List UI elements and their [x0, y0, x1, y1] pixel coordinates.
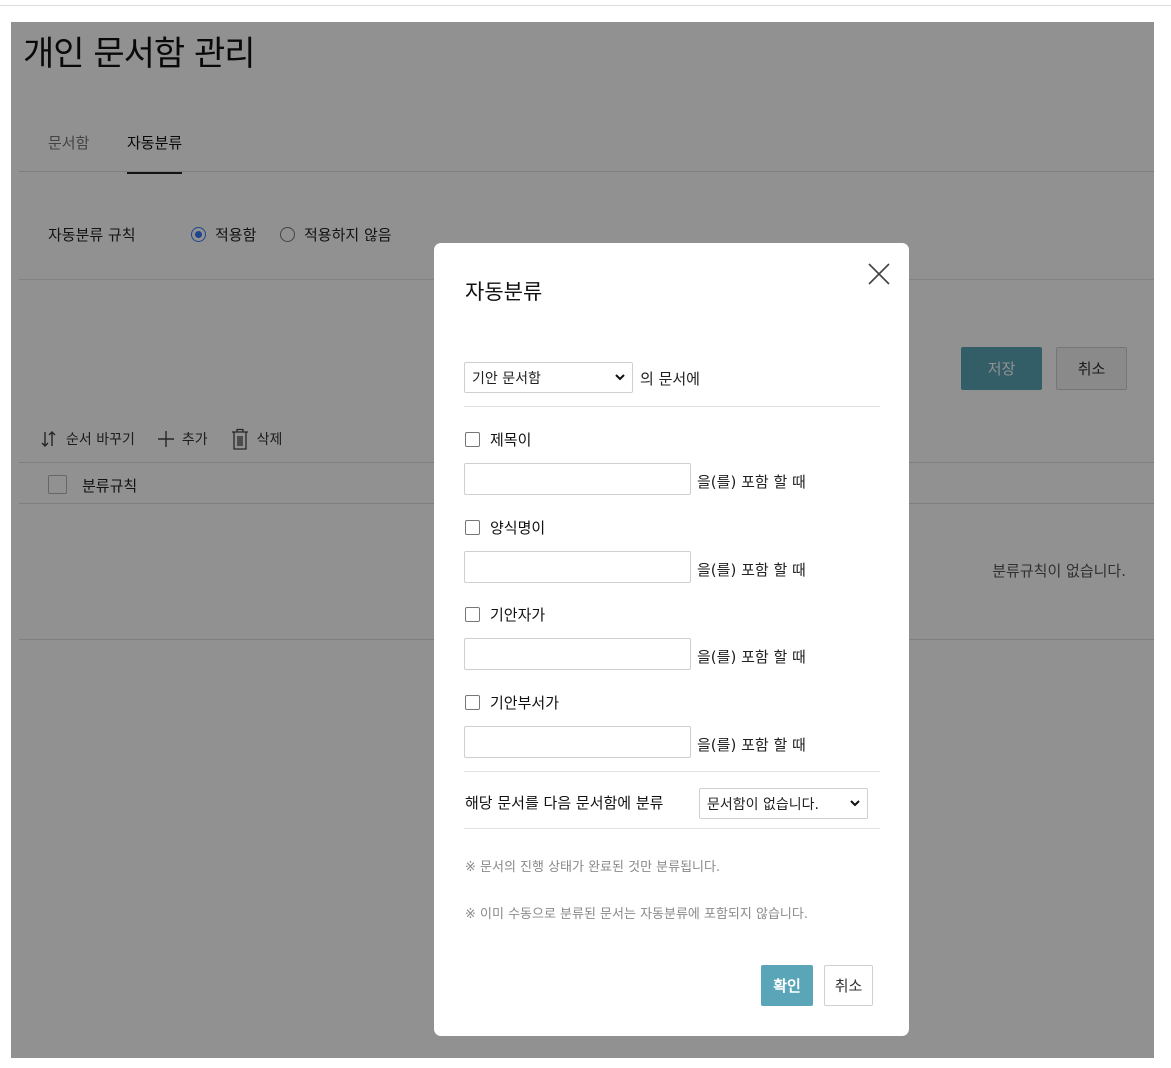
drafter-input[interactable]: [464, 638, 691, 670]
form-condition-box[interactable]: [465, 520, 480, 535]
note-complete-only: ※ 문서의 진행 상태가 완료된 것만 분류됩니다.: [465, 860, 721, 875]
source-box-select[interactable]: 기안 문서함: [464, 362, 633, 393]
title-condition-checkbox[interactable]: 제목이: [465, 429, 531, 450]
note-manual-excluded: ※ 이미 수동으로 분류된 문서는 자동분류에 포함되지 않습니다.: [465, 907, 808, 922]
drafter-condition-box[interactable]: [465, 607, 480, 622]
drafter-suffix: 을(를) 포함 할 때: [697, 648, 806, 666]
form-name-input[interactable]: [464, 551, 691, 583]
modal-cancel-button[interactable]: 취소: [824, 965, 873, 1006]
target-box-select[interactable]: 문서함이 없습니다.: [699, 788, 868, 819]
divider: [464, 771, 880, 772]
form-condition-checkbox[interactable]: 양식명이: [465, 517, 545, 538]
drafter-condition-label: 기안자가: [490, 606, 546, 624]
source-box-value: 기안 문서함: [472, 370, 541, 387]
target-box-value: 문서함이 없습니다.: [707, 796, 819, 813]
title-input[interactable]: [464, 463, 691, 495]
department-condition-checkbox[interactable]: 기안부서가: [465, 692, 559, 713]
department-suffix: 을(를) 포함 할 때: [697, 736, 806, 754]
auto-classify-modal: 자동분류 기안 문서함 의 문서에 제목이 을(를) 포함 할 때 양식명이 을…: [434, 243, 909, 1036]
divider: [464, 406, 880, 407]
chevron-down-icon: [614, 371, 626, 387]
chevron-down-icon: [849, 797, 861, 813]
department-condition-box[interactable]: [465, 695, 480, 710]
form-suffix: 을(를) 포함 할 때: [697, 561, 806, 579]
source-suffix: 의 문서에: [640, 370, 700, 388]
title-condition-box[interactable]: [465, 432, 480, 447]
title-condition-label: 제목이: [490, 431, 532, 449]
close-icon[interactable]: [866, 261, 892, 287]
form-condition-label: 양식명이: [490, 519, 546, 537]
top-divider: [0, 5, 1171, 6]
department-input[interactable]: [464, 726, 691, 758]
title-suffix: 을(를) 포함 할 때: [697, 473, 806, 491]
confirm-button[interactable]: 확인: [761, 965, 813, 1006]
assign-label: 해당 문서를 다음 문서함에 분류: [465, 794, 664, 812]
modal-title: 자동분류: [465, 280, 543, 304]
department-condition-label: 기안부서가: [490, 694, 560, 712]
drafter-condition-checkbox[interactable]: 기안자가: [465, 604, 545, 625]
divider: [464, 828, 880, 829]
